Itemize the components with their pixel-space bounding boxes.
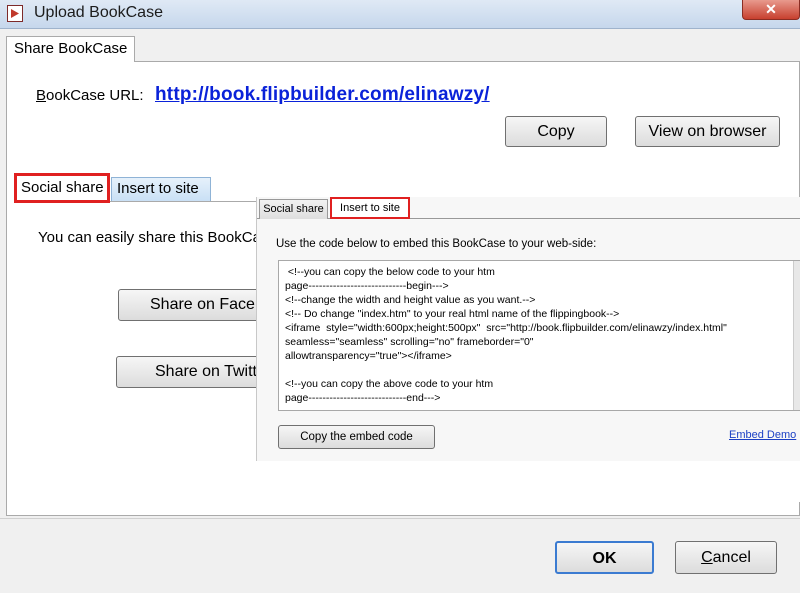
share-on-facebook-button[interactable]: Share on Facebook	[118, 289, 268, 321]
cancel-label: ancel	[712, 549, 751, 566]
embed-code-textarea[interactable]: <!--you can copy the below code to your …	[278, 260, 800, 411]
embed-demo-link[interactable]: Embed Demo	[729, 429, 796, 441]
bookcase-url-link[interactable]: http://book.flipbuilder.com/elinawzy/	[155, 84, 490, 106]
tab-social-share[interactable]: Social share	[14, 173, 110, 203]
pdf-icon	[7, 5, 23, 22]
bookcase-url-label: BookCase URL:	[36, 87, 144, 104]
footer-divider	[0, 518, 800, 519]
embed-tab-insert-to-site[interactable]: Insert to site	[330, 197, 410, 219]
close-button[interactable]: ✕	[742, 0, 800, 20]
embed-code-window: Social share Insert to site Use the code…	[256, 197, 800, 461]
share-on-twitter-button[interactable]: Share on Twitter	[116, 356, 266, 388]
social-share-description: You can easily share this BookCase	[38, 229, 277, 246]
copy-button[interactable]: Copy	[505, 116, 607, 147]
embed-tab-social-share[interactable]: Social share	[259, 199, 328, 219]
copy-embed-code-button[interactable]: Copy the embed code	[278, 425, 435, 449]
title-bar: Upload BookCase ✕	[0, 0, 800, 29]
cancel-button[interactable]: Cancel	[675, 541, 777, 574]
embed-description: Use the code below to embed this BookCas…	[276, 238, 597, 250]
window-title: Upload BookCase	[34, 4, 163, 21]
code-scrollbar[interactable]	[793, 261, 800, 410]
ok-button[interactable]: OK	[555, 541, 654, 574]
view-on-browser-button[interactable]: View on browser	[635, 116, 780, 147]
url-label-text: ookCase URL:	[46, 87, 144, 104]
url-label-mnemonic: B	[36, 87, 47, 104]
cancel-mnemonic: C	[701, 549, 713, 566]
tab-insert-to-site[interactable]: Insert to site	[111, 177, 211, 201]
tab-share-bookcase[interactable]: Share BookCase	[6, 36, 135, 62]
embed-code-text: <!--you can copy the below code to your …	[285, 266, 727, 404]
